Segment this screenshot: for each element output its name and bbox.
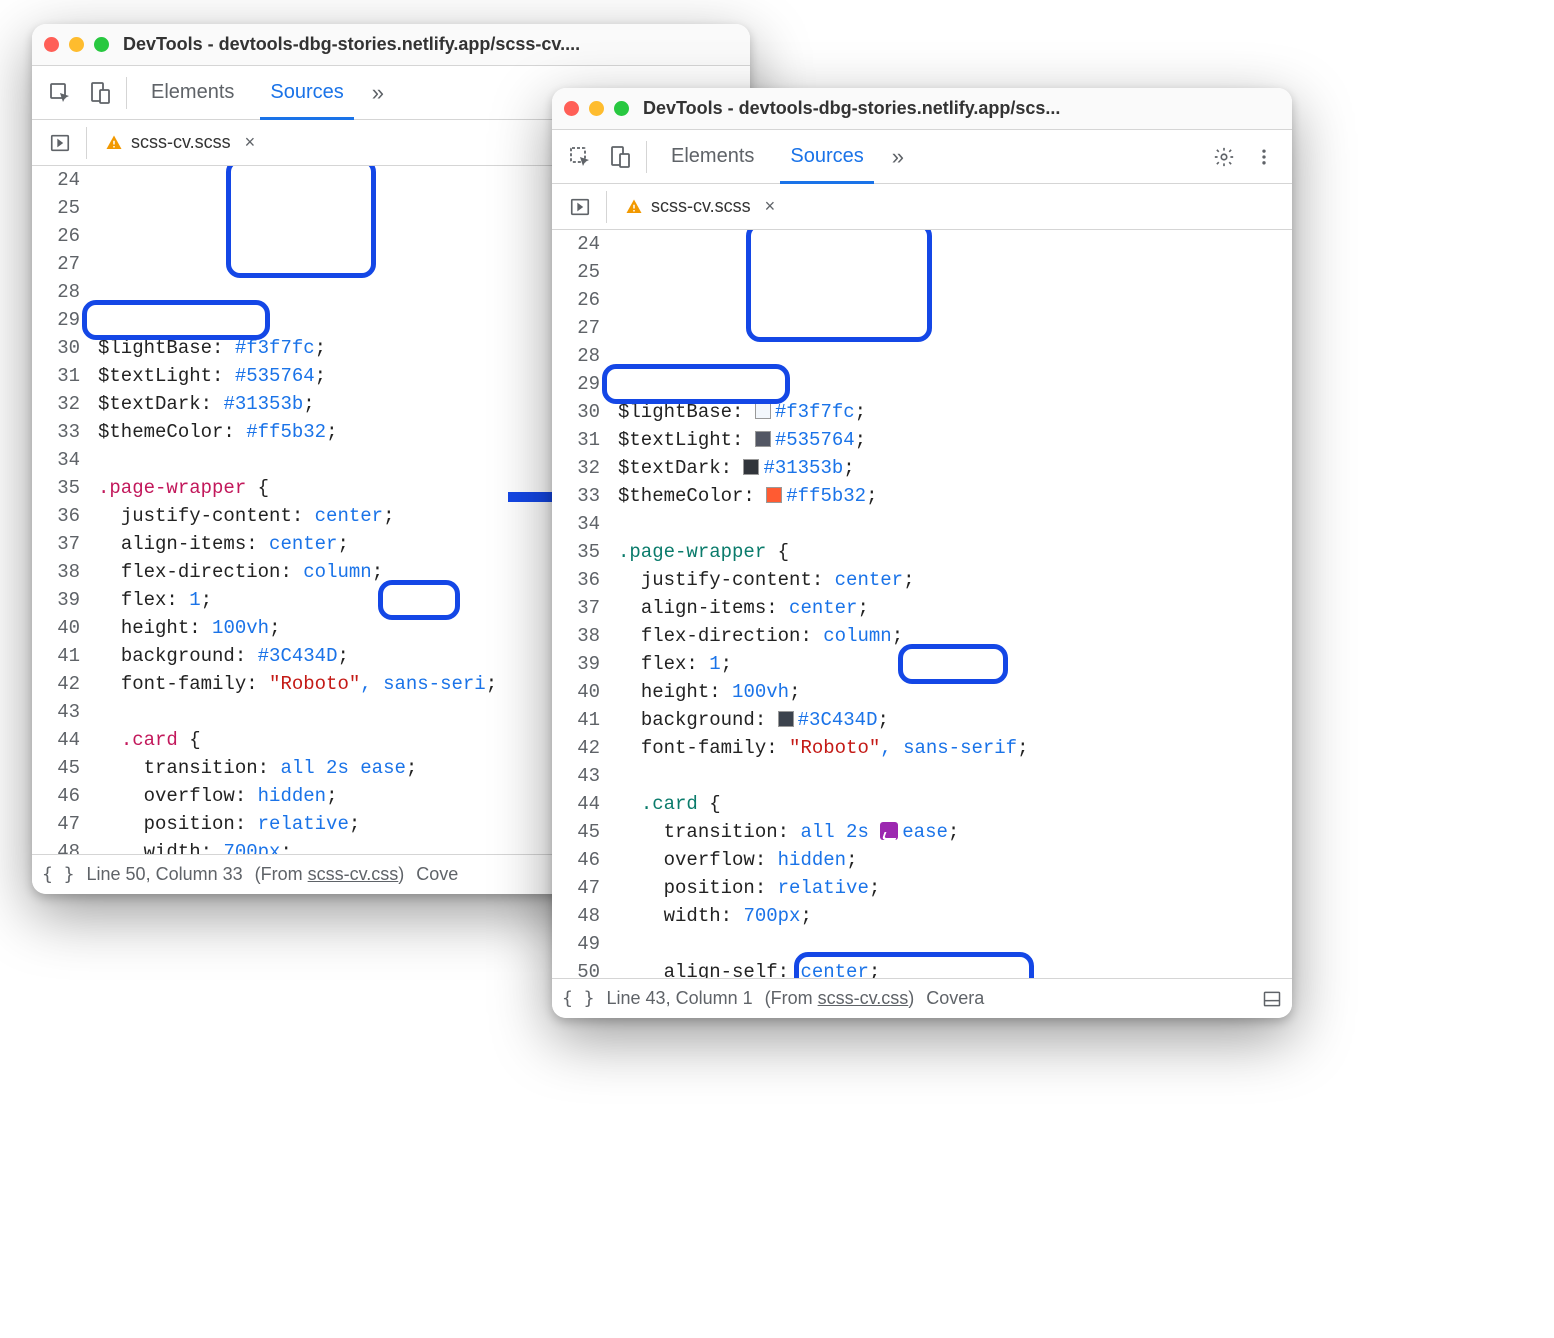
source-link[interactable]: scss-cv.css	[818, 988, 909, 1008]
kebab-icon[interactable]	[1244, 137, 1284, 177]
devtools-window-after: DevTools - devtools-dbg-stories.netlify.…	[552, 88, 1292, 1018]
highlight-colors	[746, 230, 932, 342]
traffic-lights	[564, 101, 629, 116]
minimize-icon[interactable]	[69, 37, 84, 52]
format-icon[interactable]: { }	[42, 864, 75, 885]
maximize-icon[interactable]	[94, 37, 109, 52]
code-content[interactable]: $lightBase: #f3f7fc;$textLight: #535764;…	[610, 230, 1292, 978]
divider	[86, 127, 87, 159]
navigator-icon[interactable]	[560, 187, 600, 227]
navigator-icon[interactable]	[40, 123, 80, 163]
cursor-position: Line 43, Column 1	[607, 988, 753, 1009]
format-icon[interactable]: { }	[562, 988, 595, 1009]
divider	[606, 191, 607, 223]
cursor-position: Line 50, Column 33	[87, 864, 243, 885]
tab-elements[interactable]: Elements	[133, 66, 252, 120]
device-icon[interactable]	[80, 73, 120, 113]
more-tabs-icon[interactable]: »	[362, 80, 394, 106]
minimize-icon[interactable]	[589, 101, 604, 116]
divider	[646, 141, 647, 173]
code-editor[interactable]: 2425262728293031323334353637383940414243…	[552, 230, 1292, 978]
close-tab-icon[interactable]: ×	[765, 196, 776, 217]
file-tab[interactable]: scss-cv.scss ×	[613, 184, 787, 230]
more-tabs-icon[interactable]: »	[882, 144, 914, 170]
drawer-icon[interactable]	[1262, 989, 1282, 1009]
warning-icon	[105, 134, 123, 152]
source-from: (From scss-cv.css)	[255, 864, 405, 885]
titlebar[interactable]: DevTools - devtools-dbg-stories.netlify.…	[552, 88, 1292, 130]
tab-sources[interactable]: Sources	[252, 66, 361, 120]
traffic-lights	[44, 37, 109, 52]
window-title: DevTools - devtools-dbg-stories.netlify.…	[123, 34, 580, 55]
highlight-colors	[226, 166, 376, 278]
coverage-label: Cove	[416, 864, 458, 885]
coverage-label: Covera	[926, 988, 984, 1009]
titlebar[interactable]: DevTools - devtools-dbg-stories.netlify.…	[32, 24, 750, 66]
inspect-icon[interactable]	[40, 73, 80, 113]
tab-sources[interactable]: Sources	[772, 130, 881, 184]
tab-elements[interactable]: Elements	[653, 130, 772, 184]
window-title: DevTools - devtools-dbg-stories.netlify.…	[643, 98, 1060, 119]
line-gutter: 2425262728293031323334353637383940414243…	[32, 166, 90, 854]
status-bar: { } Line 43, Column 1 (From scss-cv.css)…	[552, 978, 1292, 1018]
main-toolbar: Elements Sources »	[552, 130, 1292, 184]
device-icon[interactable]	[600, 137, 640, 177]
maximize-icon[interactable]	[614, 101, 629, 116]
source-link[interactable]: scss-cv.css	[308, 864, 399, 884]
close-icon[interactable]	[564, 101, 579, 116]
file-tab-bar: scss-cv.scss ×	[552, 184, 1292, 230]
close-tab-icon[interactable]: ×	[245, 132, 256, 153]
line-gutter: 2425262728293031323334353637383940414243…	[552, 230, 610, 978]
source-from: (From scss-cv.css)	[765, 988, 915, 1009]
warning-icon	[625, 198, 643, 216]
inspect-icon[interactable]	[560, 137, 600, 177]
gear-icon[interactable]	[1204, 137, 1244, 177]
close-icon[interactable]	[44, 37, 59, 52]
file-name: scss-cv.scss	[131, 132, 231, 153]
file-name: scss-cv.scss	[651, 196, 751, 217]
file-tab[interactable]: scss-cv.scss ×	[93, 120, 267, 166]
divider	[126, 77, 127, 109]
